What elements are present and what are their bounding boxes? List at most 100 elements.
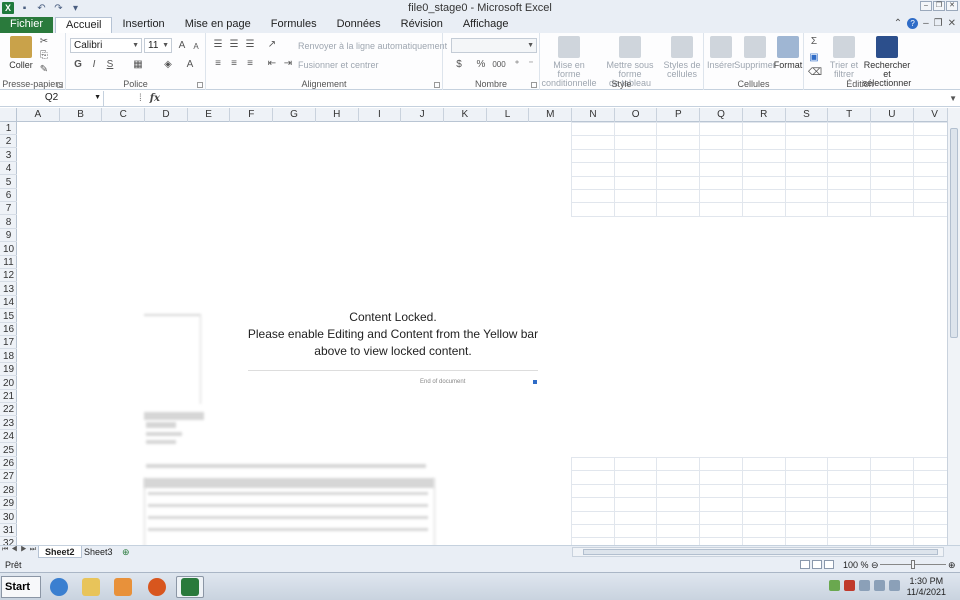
decrease-decimal-icon[interactable]: ⁻ — [525, 59, 537, 70]
row-header[interactable]: 29 — [0, 497, 17, 511]
row-header[interactable]: 26 — [0, 457, 17, 470]
row-header[interactable]: 12 — [0, 269, 17, 283]
row-header[interactable]: 7 — [0, 202, 17, 216]
doc-restore-icon[interactable]: ❐ — [934, 18, 943, 29]
zoom-in-icon[interactable]: ⊕ — [948, 558, 956, 572]
fill-color-icon[interactable]: ◈ — [162, 59, 174, 70]
format-painter-icon[interactable]: ✎ — [38, 64, 50, 75]
row-header[interactable]: 3 — [0, 149, 17, 162]
align-bottom-icon[interactable]: ☰ — [244, 39, 256, 50]
row-header[interactable]: 9 — [0, 229, 17, 243]
row-header[interactable]: 14 — [0, 296, 17, 310]
restore-icon[interactable]: ❐ — [933, 1, 945, 11]
clipboard-launcher-icon[interactable] — [57, 82, 63, 88]
number-format-combo[interactable]: ▼ — [451, 38, 537, 53]
italic-button[interactable]: I — [88, 59, 100, 70]
spreadsheet-grid[interactable]: ABCDEFGHIJKLMNOPQRSTUV 1 2 3 4 5 6 7 8 9 10 11 12 13… — [0, 108, 960, 552]
row-header[interactable]: 17 — [0, 336, 17, 350]
currency-button[interactable]: $ — [453, 59, 465, 70]
row-header[interactable]: 1 — [0, 122, 17, 135]
merge-center-button[interactable]: Fusionner et centrer — [298, 60, 379, 70]
increase-font-icon[interactable]: A — [176, 40, 188, 51]
page-layout-view-icon[interactable] — [812, 560, 822, 569]
column-header[interactable]: U — [871, 108, 914, 122]
normal-view-icon[interactable] — [800, 560, 810, 569]
column-header[interactable]: K — [444, 108, 487, 122]
zoom-level[interactable]: 100 % — [843, 558, 869, 572]
row-header[interactable]: 31 — [0, 524, 17, 537]
tab-mise-en-page[interactable]: Mise en page — [175, 17, 261, 33]
tab-insertion[interactable]: Insertion — [112, 17, 174, 33]
tray-flag-icon[interactable] — [844, 580, 855, 591]
row-header[interactable]: 16 — [0, 323, 17, 336]
sheet-nav-icons[interactable]: ⏮◀▶⏭ — [2, 546, 39, 554]
row-header[interactable]: 30 — [0, 511, 17, 524]
row-header[interactable]: 18 — [0, 350, 17, 363]
increase-indent-icon[interactable]: ⇥ — [282, 58, 294, 69]
zoom-out-icon[interactable]: ⊖ — [871, 558, 879, 572]
tab-accueil[interactable]: Accueil — [55, 17, 113, 33]
font-launcher-icon[interactable] — [197, 82, 203, 88]
column-header[interactable]: J — [401, 108, 444, 122]
column-header[interactable]: E — [188, 108, 231, 122]
tray-network-icon[interactable] — [829, 580, 840, 591]
column-header[interactable]: S — [786, 108, 829, 122]
column-header[interactable]: Q — [700, 108, 743, 122]
row-header[interactable]: 13 — [0, 283, 17, 296]
copy-icon[interactable]: ⎘ — [38, 50, 50, 61]
save-icon[interactable]: ▪ — [18, 2, 31, 14]
redo-icon[interactable]: ↷ — [52, 2, 65, 14]
tray-display-icon[interactable] — [859, 580, 870, 591]
column-header[interactable]: B — [60, 108, 103, 122]
column-header[interactable]: O — [615, 108, 658, 122]
minimize-icon[interactable]: – — [920, 1, 932, 11]
row-header[interactable]: 11 — [0, 256, 17, 269]
name-box[interactable]: Q2 ▼ — [0, 91, 104, 106]
row-header[interactable]: 2 — [0, 135, 17, 149]
row-header[interactable]: 24 — [0, 430, 17, 444]
alignment-launcher-icon[interactable] — [434, 82, 440, 88]
bold-button[interactable]: G — [72, 59, 84, 70]
align-top-icon[interactable]: ☰ — [212, 39, 224, 50]
tray-volume-icon[interactable] — [889, 580, 900, 591]
start-button[interactable]: Start — [1, 576, 41, 598]
select-all-corner[interactable] — [0, 108, 17, 122]
column-header[interactable]: F — [231, 108, 274, 122]
autosum-button[interactable]: Σ — [808, 36, 820, 47]
row-header[interactable]: 23 — [0, 417, 17, 430]
tab-donnees[interactable]: Données — [327, 17, 391, 33]
row-header[interactable]: 20 — [0, 377, 17, 390]
column-header[interactable]: R — [743, 108, 786, 122]
cut-icon[interactable]: ✂ — [38, 36, 50, 47]
internet-explorer-icon[interactable] — [45, 576, 73, 598]
insert-sheet-icon[interactable]: ⊕ — [116, 546, 136, 558]
doc-minimize-icon[interactable]: – — [923, 18, 929, 29]
thousands-button[interactable]: 000 — [491, 59, 507, 70]
fill-icon[interactable]: ▣ — [808, 52, 820, 63]
vertical-scrollbar[interactable] — [947, 108, 960, 545]
decrease-font-icon[interactable]: A — [190, 41, 202, 52]
align-center-icon[interactable]: ≡ — [228, 58, 240, 69]
vertical-scroll-thumb[interactable] — [950, 128, 958, 338]
column-header[interactable]: L — [487, 108, 530, 122]
sort-filter-button[interactable]: Trier et filtrer — [826, 36, 862, 79]
column-header[interactable]: M — [529, 108, 573, 122]
column-header[interactable]: I — [359, 108, 402, 122]
tray-monitor-icon[interactable] — [874, 580, 885, 591]
orientation-icon[interactable]: ↗ — [266, 39, 278, 50]
align-left-icon[interactable]: ≡ — [212, 58, 224, 69]
tab-fichier[interactable]: Fichier — [0, 17, 54, 33]
font-size-combo[interactable]: 11 ▼ — [144, 38, 172, 53]
column-header[interactable]: N — [572, 108, 615, 122]
column-header[interactable]: A — [17, 108, 60, 122]
media-player-icon[interactable] — [109, 576, 137, 598]
doc-close-icon[interactable]: ✕ — [948, 18, 956, 29]
clock[interactable]: 1:30 PM 11/4/2021 — [907, 576, 946, 598]
wrap-text-button[interactable]: Renvoyer à la ligne automatiquement — [298, 41, 447, 51]
borders-icon[interactable]: ▦ — [132, 59, 144, 70]
sheet-tab-sheet3[interactable]: Sheet3 — [78, 546, 119, 558]
column-header[interactable]: H — [316, 108, 359, 122]
font-color-icon[interactable]: A — [184, 59, 196, 70]
column-header[interactable]: T — [828, 108, 871, 122]
row-header[interactable]: 22 — [0, 403, 17, 417]
